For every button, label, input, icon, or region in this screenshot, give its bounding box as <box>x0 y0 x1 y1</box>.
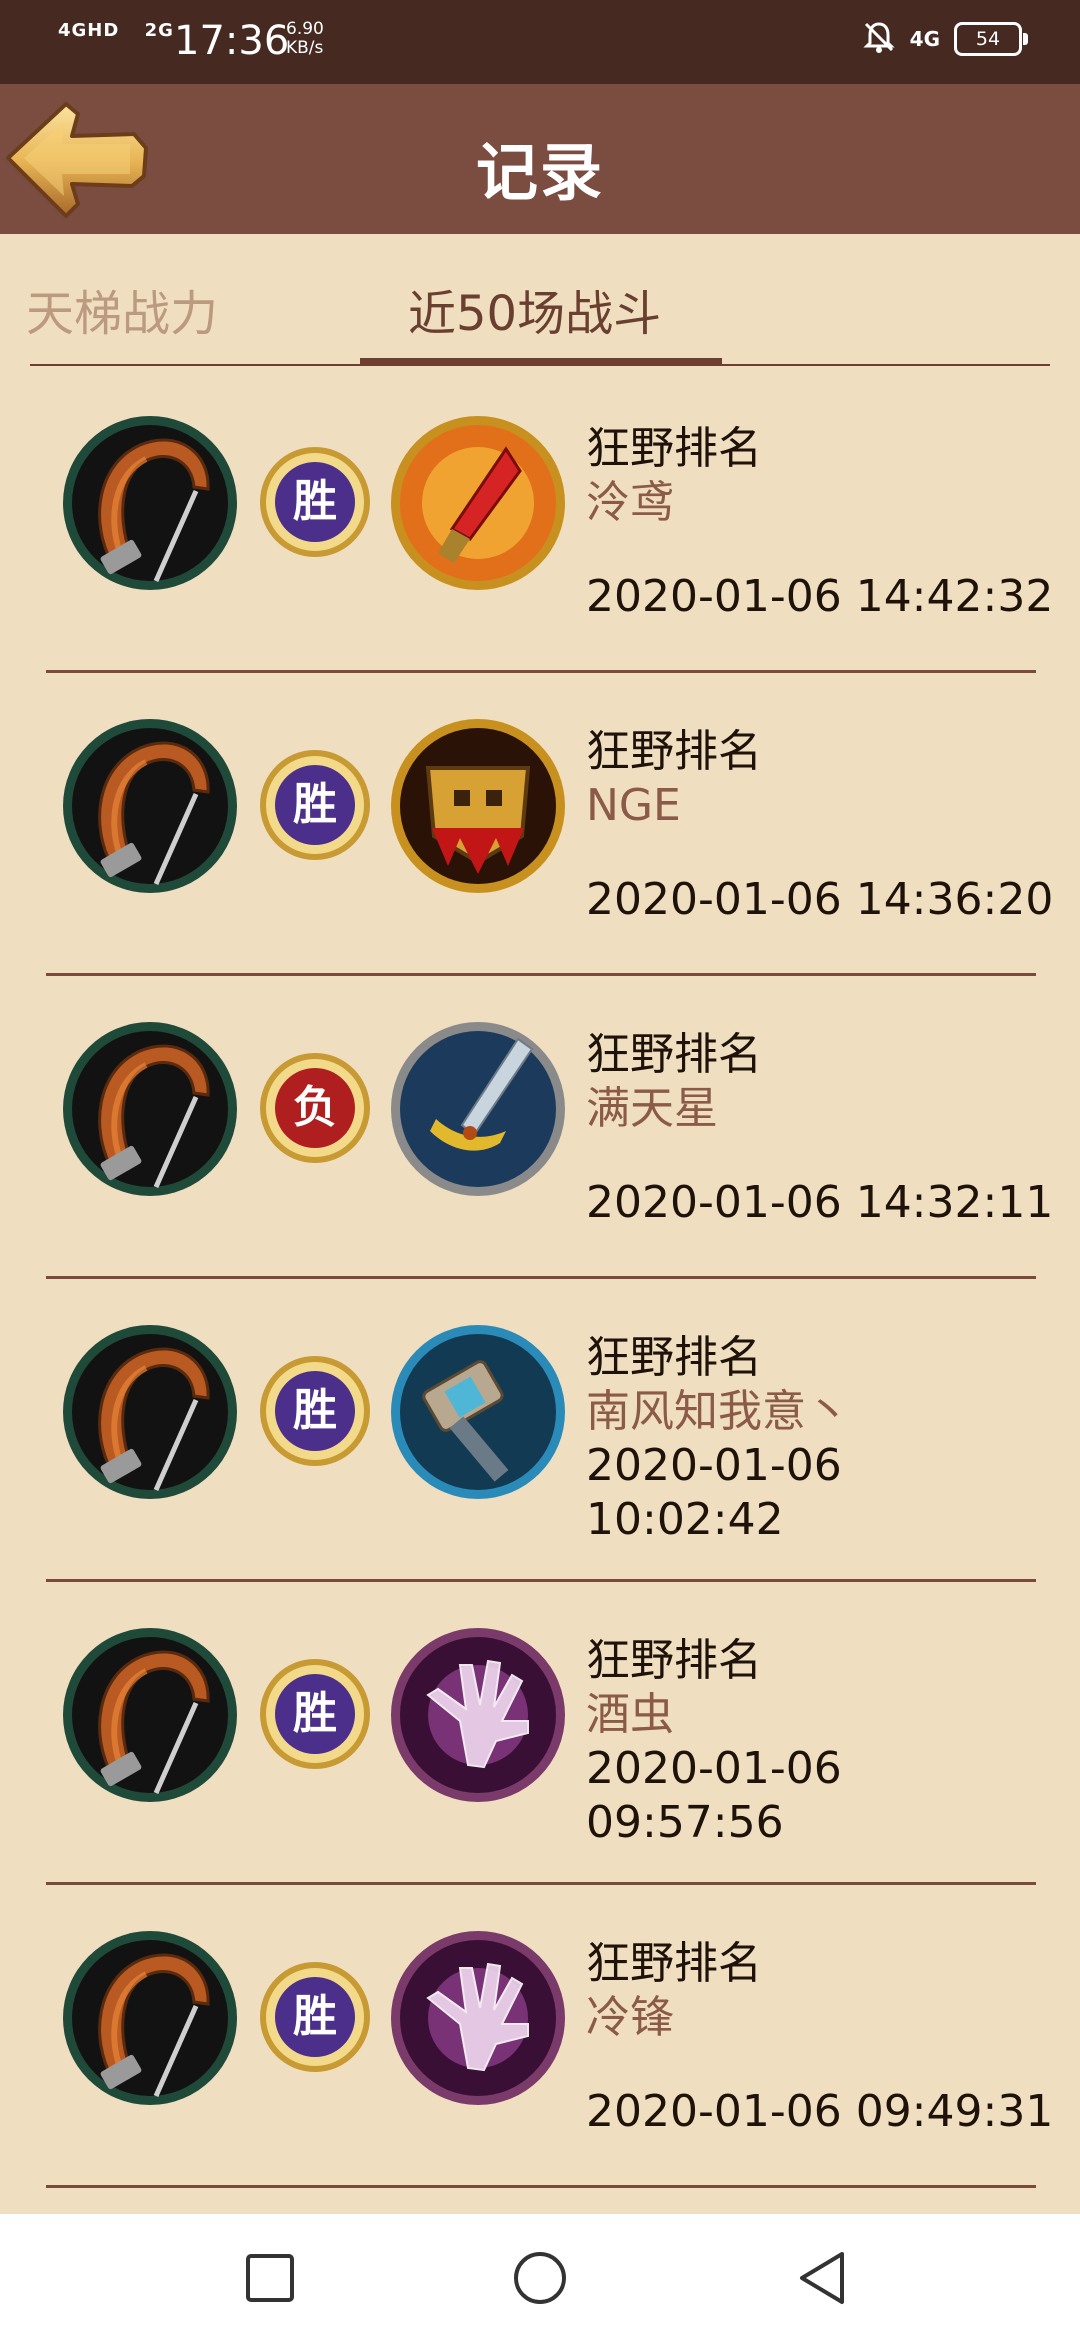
battle-mode: 狂野排名 <box>586 423 762 474</box>
signal-4g-label: 4GHD <box>58 20 120 41</box>
speed-unit: KB/s <box>286 38 324 58</box>
flame-crystal-icon <box>388 413 568 593</box>
status-right: 4G 54 <box>862 20 1028 58</box>
opponent-name: 南风知我意丶 <box>586 1386 850 1437</box>
result-label: 负 <box>293 1082 337 1133</box>
clock: 17:36 <box>174 18 290 64</box>
battery-icon: 54 <box>954 22 1028 56</box>
header-bar: 记录 <box>0 84 1080 234</box>
battle-info: 狂野排名 NGE <box>586 725 1036 833</box>
battle-record-row[interactable]: 胜 狂野排名 NGE 2020-01-06 14:36:20 <box>46 673 1053 976</box>
battle-record-row[interactable]: 胜 狂野排名 冷锋 2020-01-06 09:49:31 <box>46 1885 1053 2188</box>
battle-mode: 狂野排名 <box>586 726 762 777</box>
battle-mode: 狂野排名 <box>586 1332 762 1383</box>
battle-time: 2020-01-06 14:36:20 <box>586 874 1054 925</box>
battle-record-row[interactable]: 胜 狂野排名 南风知我意丶 2020-01-06 10:02:42 <box>46 1279 1036 1582</box>
result-label: 胜 <box>293 1991 337 2042</box>
battle-mode: 狂野排名 <box>586 1029 762 1080</box>
recent-apps-icon[interactable] <box>240 2248 300 2308</box>
tab-recent-50-battles[interactable]: 近50场战斗 <box>408 274 661 344</box>
bell-muted-icon <box>862 20 896 58</box>
opponent-name: 冷锋 <box>586 1992 674 2043</box>
system-nav-bar <box>0 2214 1080 2340</box>
signal-2g-label: 2G <box>144 20 174 41</box>
tab-ladder-power[interactable]: 天梯战力 <box>26 274 218 344</box>
skull-shield-icon <box>388 716 568 896</box>
status-bar: 4GHD 2G 17:36 6.90 KB/s 4G 54 <box>0 0 1080 84</box>
result-badge: 负 <box>258 1051 372 1165</box>
player-hero-icon <box>60 1322 240 1502</box>
hammer-icon <box>388 1322 568 1502</box>
tabs-divider <box>30 364 1050 366</box>
player-hero-icon <box>60 1019 240 1199</box>
magic-hand-icon <box>388 1928 568 2108</box>
battle-info: 狂野排名 冷锋 <box>586 1937 1036 2045</box>
battle-info: 狂野排名 泠鸢 <box>586 422 1036 530</box>
opponent-name: NGE <box>586 780 681 831</box>
result-label: 胜 <box>293 779 337 830</box>
battle-time: 2020-01-06 10:02:42 <box>586 1440 842 1545</box>
network-speed: 6.90 KB/s <box>286 20 324 58</box>
result-badge: 胜 <box>258 1657 372 1771</box>
battle-info: 狂野排名 满天星 <box>586 1028 1036 1136</box>
battle-time: 2020-01-06 09:49:31 <box>586 2086 1054 2137</box>
magic-hand-icon <box>388 1625 568 1805</box>
result-label: 胜 <box>293 1385 337 1436</box>
battle-mode: 狂野排名 <box>586 1635 762 1686</box>
battle-time: 2020-01-06 09:57:56 <box>586 1743 842 1848</box>
battery-level: 54 <box>975 28 1001 50</box>
home-icon[interactable] <box>510 2248 570 2308</box>
result-badge: 胜 <box>258 445 372 559</box>
player-hero-icon <box>60 1928 240 2108</box>
battle-record-row[interactable]: 负 狂野排名 满天星 2020-01-06 14:32:11 <box>46 976 1053 1279</box>
player-hero-icon <box>60 1625 240 1805</box>
sword-icon <box>388 1019 568 1199</box>
battle-time: 2020-01-06 14:42:32 <box>586 571 1054 622</box>
result-label: 胜 <box>293 476 337 527</box>
signal-indicators: 4GHD 2G <box>58 20 174 41</box>
battle-list: 胜狂野排名 泠鸢 2020-01-06 14:42:32 胜狂野排名 NGE 2020-0… <box>46 370 1053 2188</box>
back-icon[interactable] <box>792 2248 852 2308</box>
tab-bar: 天梯战力 近50场战斗 <box>26 234 1050 370</box>
page-title: 记录 <box>475 136 604 209</box>
result-badge: 胜 <box>258 1960 372 2074</box>
battle-time: 2020-01-06 14:32:11 <box>586 1177 1054 1228</box>
battle-record-row[interactable]: 胜 狂野排名 泠鸢 2020-01-06 14:42:32 <box>46 370 1053 673</box>
opponent-name: 满天星 <box>586 1083 718 1134</box>
network-type: 4G <box>909 27 940 51</box>
battle-record-row[interactable]: 胜 狂野排名 酒虫 2020-01-06 09:57:56 <box>46 1582 1036 1885</box>
result-badge: 胜 <box>258 1354 372 1468</box>
player-hero-icon <box>60 413 240 593</box>
opponent-name: 泠鸢 <box>586 477 674 528</box>
result-label: 胜 <box>293 1688 337 1739</box>
battle-mode: 狂野排名 <box>586 1938 762 1989</box>
player-hero-icon <box>60 716 240 896</box>
speed-value: 6.90 <box>286 19 324 39</box>
battle-info: 狂野排名 南风知我意丶 <box>586 1331 1036 1439</box>
battle-info: 狂野排名 酒虫 <box>586 1634 1036 1742</box>
opponent-name: 酒虫 <box>586 1689 674 1740</box>
result-badge: 胜 <box>258 748 372 862</box>
